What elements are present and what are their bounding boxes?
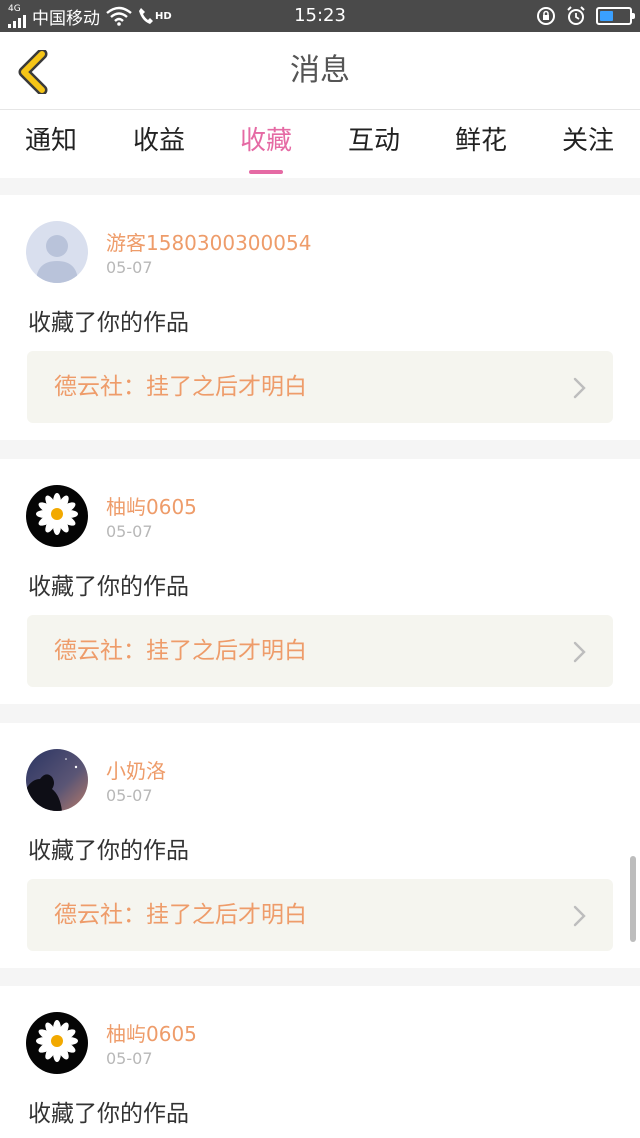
avatar[interactable] <box>26 1012 88 1074</box>
battery-level <box>600 11 613 21</box>
night-avatar-icon <box>26 749 88 811</box>
tab-interactions[interactable]: 互动 <box>329 120 419 176</box>
avatar[interactable] <box>26 485 88 547</box>
message-card: 小奶洛 05-07 收藏了你的作品 德云社：挂了之后才明白 <box>0 723 640 968</box>
alarm-icon <box>567 6 585 25</box>
tab-label: 鲜花 <box>454 126 507 156</box>
rotation-lock-icon <box>537 7 555 25</box>
message-date: 05-07 <box>106 258 153 277</box>
tab-label: 关注 <box>561 126 614 156</box>
app-header: 消息 <box>0 32 640 110</box>
status-bar: 4G 中国移动 HD 15:23 <box>0 0 640 32</box>
message-date: 05-07 <box>106 1049 153 1068</box>
battery-icon <box>596 7 635 25</box>
daisy-avatar-icon <box>26 485 88 547</box>
action-text: 收藏了你的作品 <box>28 838 189 864</box>
avatar[interactable] <box>26 749 88 811</box>
tab-label: 互动 <box>347 126 400 156</box>
work-link[interactable]: 德云社：挂了之后才明白 <box>27 351 613 423</box>
scrollbar[interactable] <box>630 856 636 942</box>
default-avatar-icon <box>26 221 88 283</box>
tab-underline <box>249 170 283 174</box>
work-title: 德云社：挂了之后才明白 <box>54 638 307 664</box>
chevron-right-icon <box>573 377 586 399</box>
tab-label: 通知 <box>24 126 77 156</box>
page-title: 消息 <box>290 53 350 88</box>
tab-favorites[interactable]: 收藏 <box>221 120 311 176</box>
username[interactable]: 小奶洛 <box>106 755 166 784</box>
username[interactable]: 游客1580300300054 <box>106 227 311 256</box>
tab-following[interactable]: 关注 <box>543 120 633 176</box>
message-card: 柚屿0605 05-07 收藏了你的作品 <box>0 986 640 1138</box>
message-date: 05-07 <box>106 786 153 805</box>
status-right <box>536 0 635 32</box>
username[interactable]: 柚屿0605 <box>106 1018 197 1047</box>
tab-earnings[interactable]: 收益 <box>114 120 204 176</box>
daisy-avatar-icon <box>26 1012 88 1074</box>
message-card: 柚屿0605 05-07 收藏了你的作品 德云社：挂了之后才明白 <box>0 459 640 704</box>
message-card: 游客1580300300054 05-07 收藏了你的作品 德云社：挂了之后才明… <box>0 195 640 440</box>
chevron-right-icon <box>573 905 586 927</box>
tab-flowers[interactable]: 鲜花 <box>436 120 526 176</box>
message-date: 05-07 <box>106 522 153 541</box>
tab-label: 收藏 <box>239 126 292 156</box>
avatar[interactable] <box>26 221 88 283</box>
tab-label: 收益 <box>132 126 185 156</box>
action-text: 收藏了你的作品 <box>28 574 189 600</box>
tab-bar: 通知 收益 收藏 互动 鲜花 关注 <box>0 110 640 178</box>
tab-notifications[interactable]: 通知 <box>6 120 96 176</box>
action-text: 收藏了你的作品 <box>28 310 189 336</box>
action-text: 收藏了你的作品 <box>28 1101 189 1127</box>
username[interactable]: 柚屿0605 <box>106 491 197 520</box>
work-link[interactable]: 德云社：挂了之后才明白 <box>27 615 613 687</box>
work-title: 德云社：挂了之后才明白 <box>54 374 307 400</box>
chevron-right-icon <box>573 641 586 663</box>
work-link[interactable]: 德云社：挂了之后才明白 <box>27 879 613 951</box>
work-title: 德云社：挂了之后才明白 <box>54 902 307 928</box>
